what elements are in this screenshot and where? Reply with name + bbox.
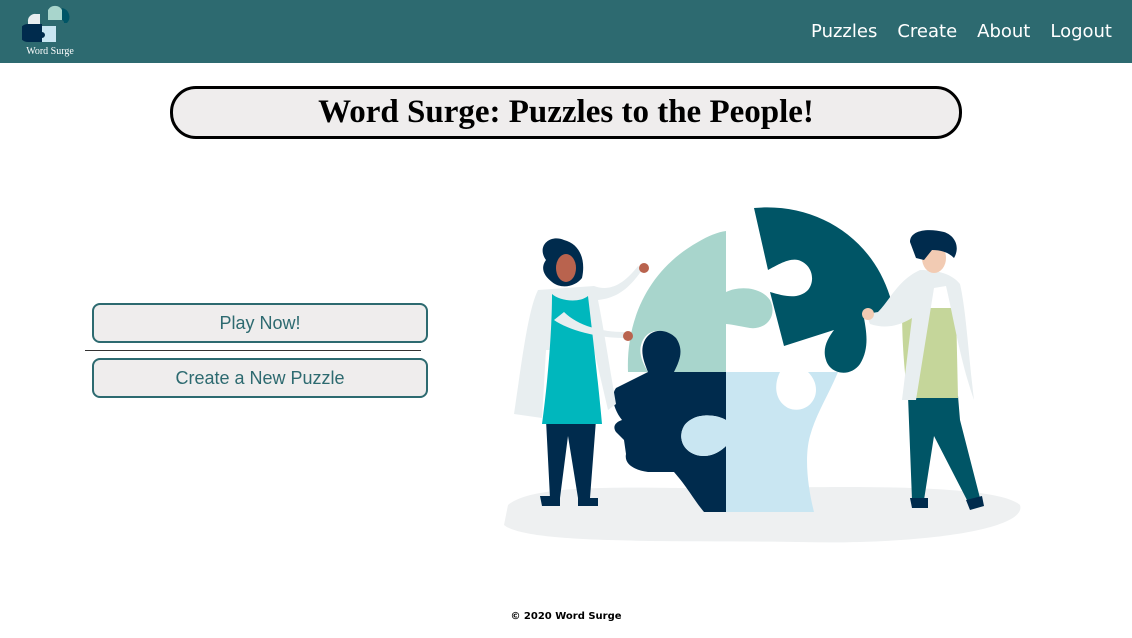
puzzle-head-illustration <box>498 200 1028 550</box>
page-title: Word Surge: Puzzles to the People! <box>318 94 814 130</box>
woman-face <box>556 254 576 282</box>
woman-legs <box>546 420 596 498</box>
logo-text: Word Surge <box>26 46 74 57</box>
nav-link-about[interactable]: About <box>977 21 1030 42</box>
title-banner: Word Surge: Puzzles to the People! <box>170 86 962 139</box>
nav-link-logout[interactable]: Logout <box>1050 21 1112 42</box>
nav-link-puzzles[interactable]: Puzzles <box>811 21 877 42</box>
footer-copyright: © 2020 Word Surge <box>510 611 622 622</box>
man-legs <box>908 396 980 502</box>
create-puzzle-button[interactable]: Create a New Puzzle <box>92 358 428 398</box>
puzzle-logo-icon <box>22 5 70 42</box>
button-divider <box>85 350 421 351</box>
woman-hand <box>623 331 633 341</box>
man-hand <box>862 308 874 320</box>
navbar: Word Surge Puzzles Create About Logout <box>0 0 1132 63</box>
woman-hand-raised <box>639 263 649 273</box>
nav-links: Puzzles Create About Logout <box>811 0 1112 63</box>
logo[interactable]: Word Surge <box>22 4 78 60</box>
play-now-button[interactable]: Play Now! <box>92 303 428 343</box>
nav-link-create[interactable]: Create <box>897 21 957 42</box>
puzzle-piece-teal <box>754 207 893 373</box>
